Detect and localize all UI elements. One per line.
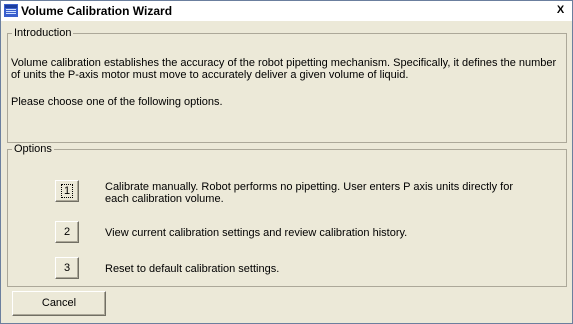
wizard-body: Introduction Volume calibration establis… — [1, 21, 572, 323]
wizard-window: Volume Calibration Wizard X Introduction… — [0, 0, 573, 324]
option-2-button-label: 2 — [63, 226, 71, 238]
option-1-text: Calibrate manually. Robot performs no pi… — [105, 181, 513, 205]
option-3-button-label: 3 — [63, 262, 71, 274]
window-title: Volume Calibration Wizard — [21, 4, 173, 18]
introduction-text: Volume calibration establishes the accur… — [11, 57, 557, 81]
option-1-button[interactable]: 1 — [55, 180, 79, 202]
introduction-legend: Introduction — [12, 27, 74, 40]
introduction-prompt: Please choose one of the following optio… — [11, 96, 223, 108]
option-2-text: View current calibration settings and re… — [105, 227, 408, 239]
option-1-button-label: 1 — [60, 184, 74, 198]
option-3-button[interactable]: 3 — [55, 257, 79, 279]
option-3-text: Reset to default calibration settings. — [105, 263, 280, 275]
app-window-icon — [4, 4, 18, 17]
options-legend: Options — [12, 143, 54, 156]
options-group: Options 1 Calibrate manually. Robot perf… — [7, 143, 567, 287]
option-2-button[interactable]: 2 — [55, 221, 79, 243]
introduction-group: Introduction Volume calibration establis… — [7, 27, 567, 143]
cancel-button[interactable]: Cancel — [12, 291, 106, 316]
title-bar[interactable]: Volume Calibration Wizard X — [1, 1, 572, 21]
close-icon[interactable]: X — [554, 4, 567, 17]
